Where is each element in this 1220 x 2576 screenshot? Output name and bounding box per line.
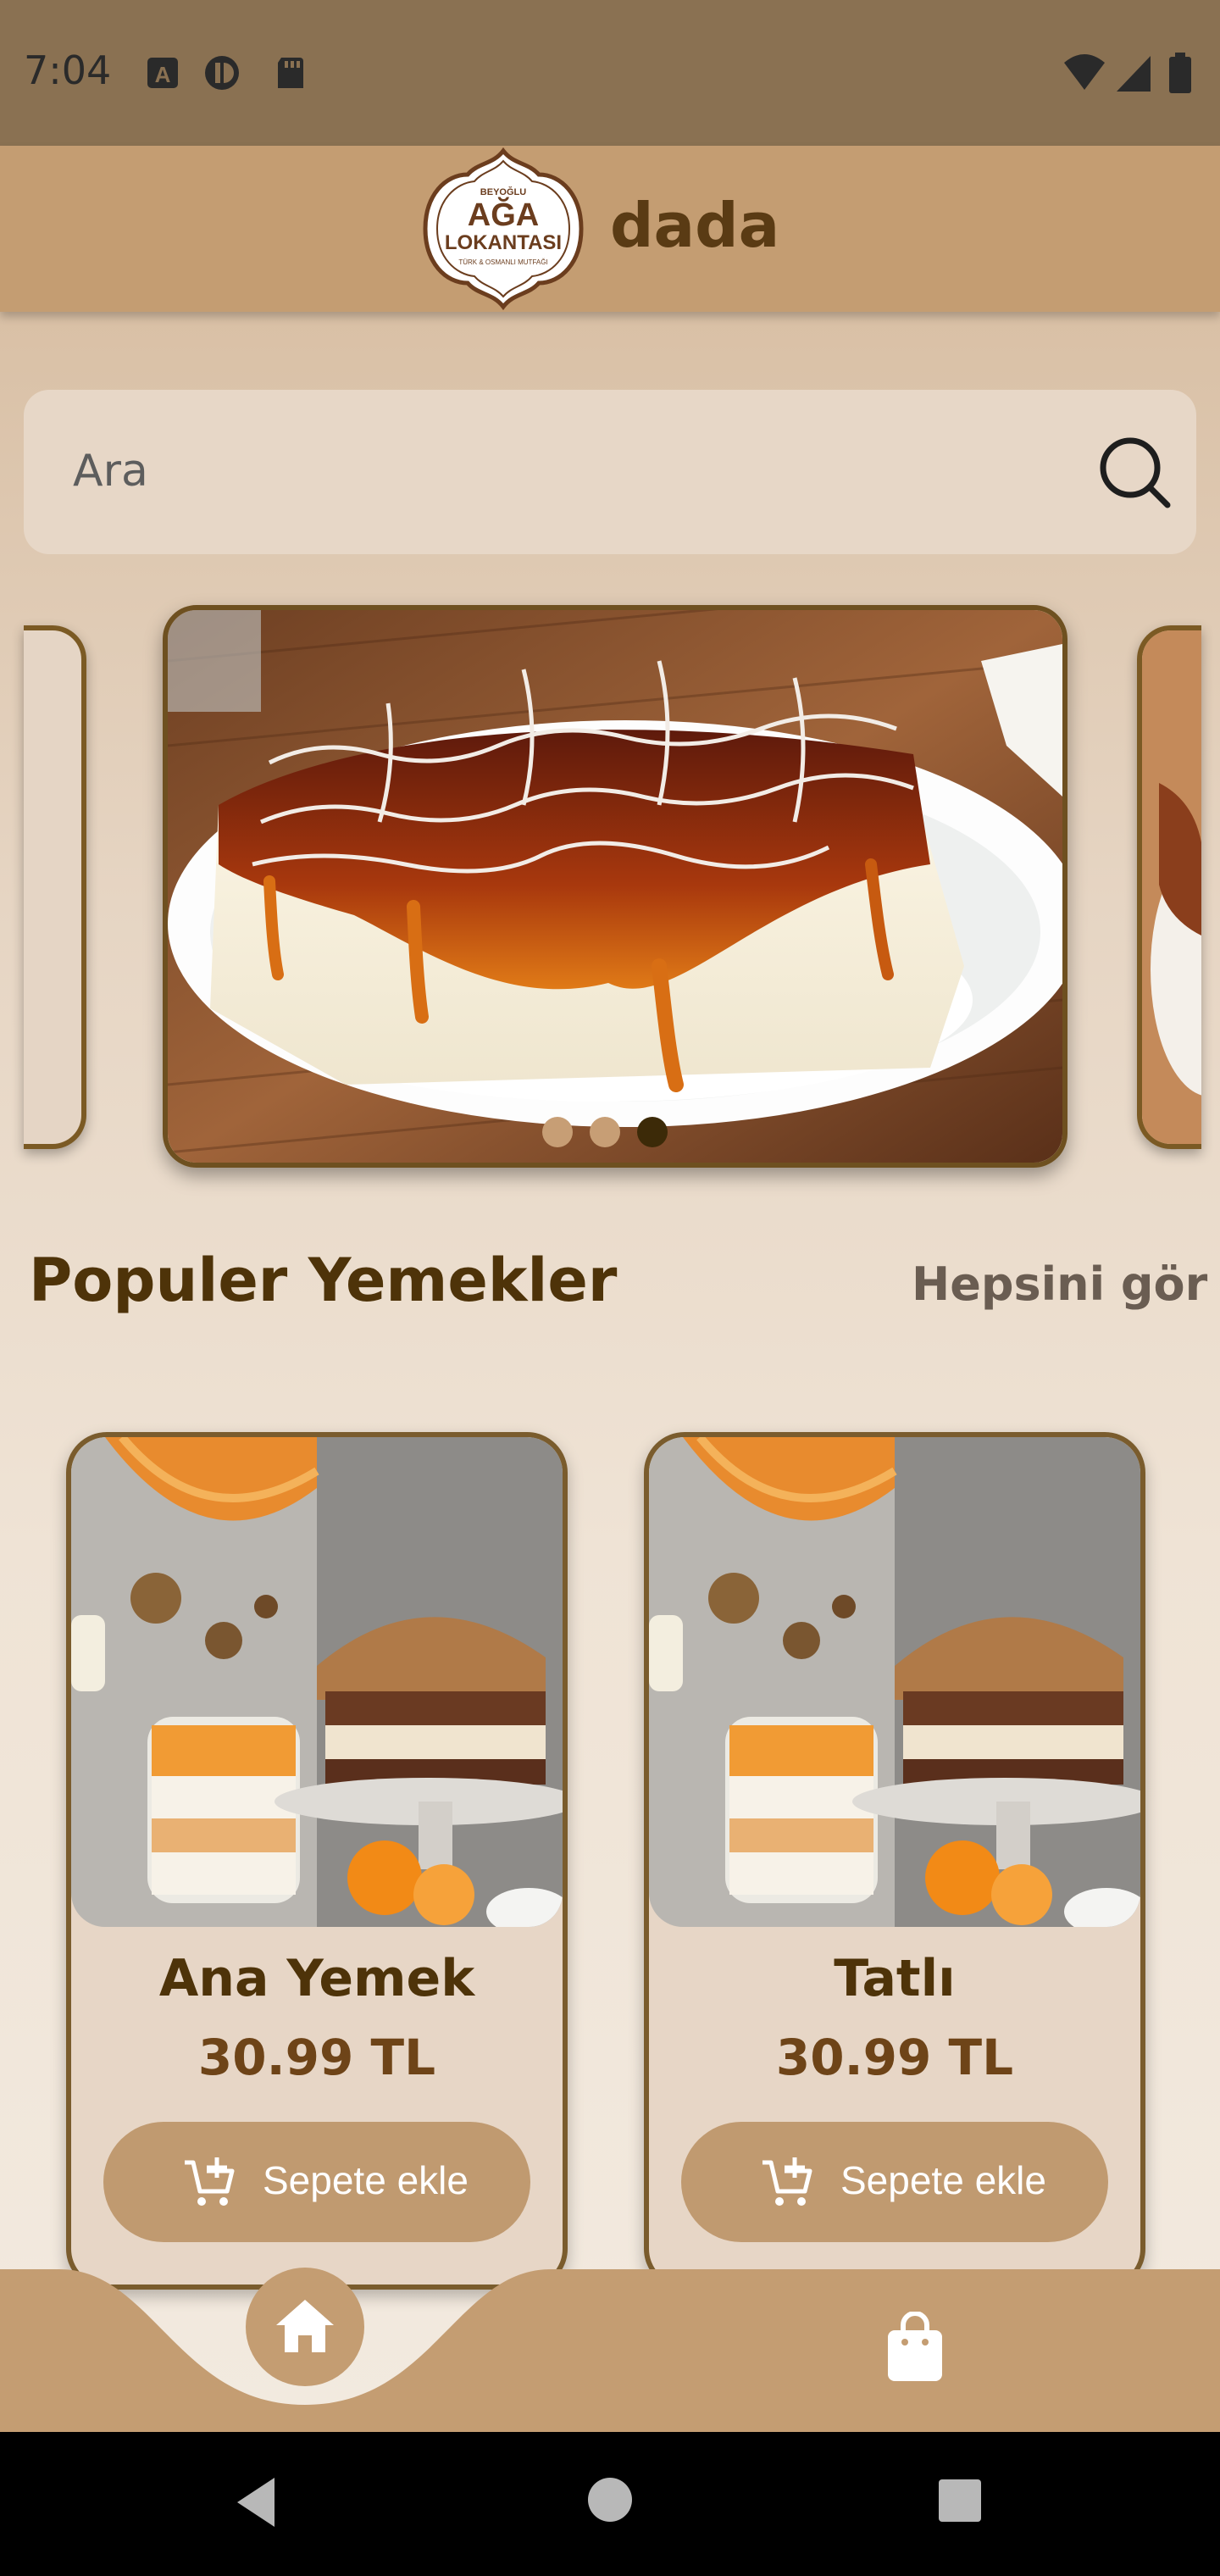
status-time: 7:04 bbox=[24, 47, 112, 93]
svg-text:A: A bbox=[155, 62, 171, 87]
search-icon[interactable] bbox=[1093, 430, 1174, 512]
recents-icon[interactable] bbox=[937, 2478, 983, 2523]
dessert-image bbox=[168, 610, 1062, 1163]
wifi-icon bbox=[1064, 54, 1105, 90]
see-all-link[interactable]: Hepsini gör bbox=[912, 1257, 1207, 1311]
pie-icon bbox=[205, 56, 239, 90]
product-price: 30.99 TL bbox=[775, 2029, 1014, 2086]
carousel-active-slide[interactable] bbox=[163, 605, 1068, 1168]
signal-icon bbox=[1117, 56, 1151, 92]
system-navigation-bar bbox=[0, 2432, 1220, 2576]
product-card[interactable]: Ana Yemek 30.99 TL Sepete ekle bbox=[66, 1432, 568, 2290]
status-bar bbox=[0, 0, 1220, 146]
carousel-prev-slide[interactable] bbox=[24, 625, 86, 1149]
section-title: Populer Yemekler bbox=[29, 1246, 618, 1315]
add-to-cart-icon bbox=[762, 2157, 812, 2206]
next-slide-image bbox=[1142, 630, 1201, 1144]
product-image bbox=[649, 1437, 1140, 1927]
back-icon[interactable] bbox=[230, 2474, 281, 2530]
svg-text:TÜRK & OSMANLI MUTFAĞI: TÜRK & OSMANLI MUTFAĞI bbox=[458, 258, 547, 266]
product-card[interactable]: Tatlı 30.99 TL Sepete ekle bbox=[644, 1432, 1145, 2290]
search-bar[interactable] bbox=[24, 390, 1196, 554]
home-icon bbox=[276, 2300, 334, 2352]
carousel-dot-1[interactable] bbox=[542, 1117, 573, 1147]
product-price: 30.99 TL bbox=[197, 2029, 436, 2086]
add-to-cart-label: Sepete ekle bbox=[263, 2158, 469, 2202]
svg-text:LOKANTASI: LOKANTASI bbox=[445, 231, 562, 254]
sd-card-icon bbox=[278, 58, 303, 88]
product-name: Ana Yemek bbox=[158, 1949, 475, 2008]
carousel-dot-3-active[interactable] bbox=[637, 1117, 668, 1147]
keyboard-a-icon: A bbox=[147, 58, 178, 88]
app-title: dada bbox=[610, 190, 780, 261]
carousel-indicator bbox=[542, 1117, 678, 1147]
carousel-next-slide[interactable] bbox=[1137, 625, 1201, 1149]
add-to-cart-label: Sepete ekle bbox=[840, 2158, 1046, 2202]
search-input[interactable] bbox=[71, 424, 1074, 519]
product-name: Tatlı bbox=[834, 1949, 956, 2008]
carousel-dot-2[interactable] bbox=[590, 1117, 620, 1147]
bottom-navigation bbox=[0, 2269, 1220, 2432]
add-to-cart-icon bbox=[185, 2157, 235, 2206]
shopping-bag-icon[interactable] bbox=[883, 2312, 947, 2383]
restaurant-logo: BEYOĞLU AĞA LOKANTASI TÜRK & OSMANLI MUT… bbox=[423, 147, 584, 311]
nav-home-button[interactable] bbox=[246, 2268, 364, 2386]
svg-text:AĞA: AĞA bbox=[468, 196, 539, 233]
add-to-cart-button[interactable]: Sepete ekle bbox=[681, 2122, 1108, 2242]
battery-icon bbox=[1169, 53, 1191, 93]
svg-text:BEYOĞLU: BEYOĞLU bbox=[480, 186, 526, 197]
product-image bbox=[71, 1437, 563, 1927]
add-to-cart-button[interactable]: Sepete ekle bbox=[103, 2122, 530, 2242]
home-circle-icon[interactable] bbox=[586, 2476, 634, 2523]
